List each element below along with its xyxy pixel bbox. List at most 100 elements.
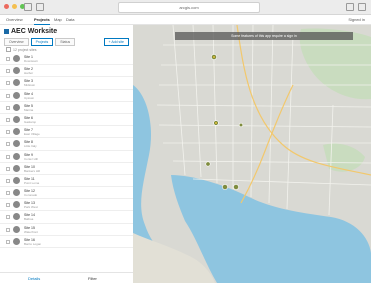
row-subtitle: Harbor xyxy=(24,71,34,76)
site-thumbnail-icon xyxy=(13,79,20,87)
row-checkbox[interactable] xyxy=(6,117,10,122)
nav-projects[interactable]: Projects xyxy=(34,17,50,25)
row-checkbox[interactable] xyxy=(6,154,10,159)
row-subtitle: East Village xyxy=(24,132,40,137)
app-title-text: AEC Worksite xyxy=(11,28,58,35)
list-item[interactable]: Site 10 Bankers Hill xyxy=(0,163,133,175)
nav-overview[interactable]: Overview xyxy=(6,17,23,22)
row-checkbox[interactable] xyxy=(6,130,10,135)
list-item[interactable]: Site 11 Point Loma xyxy=(0,175,133,188)
list-header: 12 project sites xyxy=(6,47,37,52)
row-checkbox[interactable] xyxy=(6,239,10,244)
site-thumbnail-icon xyxy=(13,140,20,148)
row-checkbox[interactable] xyxy=(6,93,10,98)
list-item[interactable]: Site 15 Waterfront xyxy=(0,224,133,236)
site-thumbnail-icon xyxy=(13,55,20,62)
site-thumbnail-icon xyxy=(13,237,20,245)
list-item[interactable]: Site 5 Marina xyxy=(0,102,133,114)
url-bar[interactable]: arcgis.com xyxy=(118,2,260,13)
tab-status[interactable]: Status xyxy=(55,38,76,46)
list-header-text: 12 project sites xyxy=(13,47,37,52)
list-item[interactable]: Site 14 Balboa xyxy=(0,211,133,224)
tabs-icon[interactable] xyxy=(358,3,366,11)
row-checkbox[interactable] xyxy=(6,142,10,147)
list-item[interactable]: Site 4 Uptown xyxy=(0,90,133,102)
browser-toolbar xyxy=(24,3,44,11)
list-item[interactable]: Site 2 Harbor xyxy=(0,65,133,78)
browser-window: arcgis.com Overview Projects Map Data Si… xyxy=(0,0,371,283)
row-checkbox[interactable] xyxy=(6,215,10,220)
back-icon[interactable] xyxy=(24,3,32,11)
row-checkbox[interactable] xyxy=(6,166,10,171)
row-subtitle: Midtown xyxy=(24,83,36,88)
details-button[interactable]: Details xyxy=(28,276,40,281)
list-item[interactable]: Site 1 Downtown xyxy=(0,53,133,66)
map-view[interactable]: Some features of this app require a sign… xyxy=(133,25,371,283)
site-thumbnail-icon xyxy=(13,152,20,160)
select-all-checkbox[interactable] xyxy=(6,47,11,52)
site-thumbnail-icon xyxy=(13,91,20,99)
title-bar: arcgis.com xyxy=(0,0,371,15)
site-thumbnail-icon xyxy=(13,103,20,111)
panel-bottom-bar: Details Filter xyxy=(0,272,133,283)
row-subtitle: Cortez Hill xyxy=(24,156,38,161)
row-checkbox[interactable] xyxy=(6,178,10,183)
filter-button[interactable]: Filter xyxy=(88,276,97,281)
row-checkbox[interactable] xyxy=(6,69,10,74)
list-item[interactable]: Site 8 Little Italy xyxy=(0,138,133,151)
list-item[interactable]: Site 6 Gaslamp xyxy=(0,114,133,127)
tab-overview[interactable]: Overview xyxy=(4,38,29,46)
close-icon[interactable] xyxy=(4,4,9,9)
app-title: AEC Worksite xyxy=(4,28,57,35)
row-checkbox[interactable] xyxy=(6,105,10,110)
row-subtitle: Park West xyxy=(24,205,38,210)
browser-actions xyxy=(346,3,366,11)
row-subtitle: Coronado xyxy=(24,193,38,198)
nav-data[interactable]: Data xyxy=(66,17,74,22)
row-subtitle: Balboa xyxy=(24,217,34,222)
nav-map[interactable]: Map xyxy=(54,17,62,22)
row-subtitle: Downtown xyxy=(24,59,39,63)
site-list: Site 1 Downtown Site 2 Harbor Site 3 Midtown S… xyxy=(0,53,133,248)
side-panel: AEC Worksite Overview Projects Status + … xyxy=(0,25,134,283)
row-checkbox[interactable] xyxy=(6,227,10,232)
tab-projects[interactable]: Projects xyxy=(30,38,54,46)
row-subtitle: Bankers Hill xyxy=(24,168,41,173)
row-subtitle: Uptown xyxy=(24,95,35,100)
row-subtitle: Marina xyxy=(24,107,34,112)
map-canvas[interactable] xyxy=(133,25,371,283)
signin-banner: Some features of this app require a sign… xyxy=(175,32,353,40)
list-item[interactable]: Site 16 Barrio Logan xyxy=(0,236,133,248)
row-checkbox[interactable] xyxy=(6,57,10,61)
row-checkbox[interactable] xyxy=(6,81,10,86)
site-thumbnail-icon xyxy=(13,128,20,136)
signin-link[interactable]: Signed in xyxy=(348,17,365,22)
minimize-icon[interactable] xyxy=(12,4,17,9)
share-icon[interactable] xyxy=(346,3,354,11)
site-thumbnail-icon xyxy=(13,67,20,75)
list-item[interactable]: Site 3 Midtown xyxy=(0,77,133,90)
site-thumbnail-icon xyxy=(13,164,20,172)
panel-tabs: Overview Projects Status xyxy=(4,38,76,46)
row-subtitle: Little Italy xyxy=(24,144,37,149)
row-checkbox[interactable] xyxy=(6,191,10,196)
site-thumbnail-icon xyxy=(13,213,20,221)
list-item[interactable]: Site 7 East Village xyxy=(0,126,133,139)
site-thumbnail-icon xyxy=(13,189,20,197)
site-thumbnail-icon xyxy=(13,225,20,233)
site-thumbnail-icon xyxy=(13,201,20,209)
row-subtitle: Waterfront xyxy=(24,229,38,234)
add-site-button[interactable]: + Add site xyxy=(103,38,129,46)
row-subtitle: Point Loma xyxy=(24,180,40,185)
forward-icon[interactable] xyxy=(36,3,44,11)
list-item[interactable]: Site 9 Cortez Hill xyxy=(0,151,133,163)
list-item[interactable]: Site 13 Park West xyxy=(0,199,133,212)
list-item[interactable]: Site 12 Coronado xyxy=(0,187,133,200)
row-subtitle: Gaslamp xyxy=(24,119,37,124)
site-thumbnail-icon xyxy=(13,176,20,184)
app-nav: Overview Projects Map Data Signed in xyxy=(0,15,371,25)
site-thumbnail-icon xyxy=(13,115,20,123)
row-subtitle: Barrio Logan xyxy=(24,241,42,246)
row-checkbox[interactable] xyxy=(6,203,10,208)
window-controls xyxy=(4,4,25,9)
